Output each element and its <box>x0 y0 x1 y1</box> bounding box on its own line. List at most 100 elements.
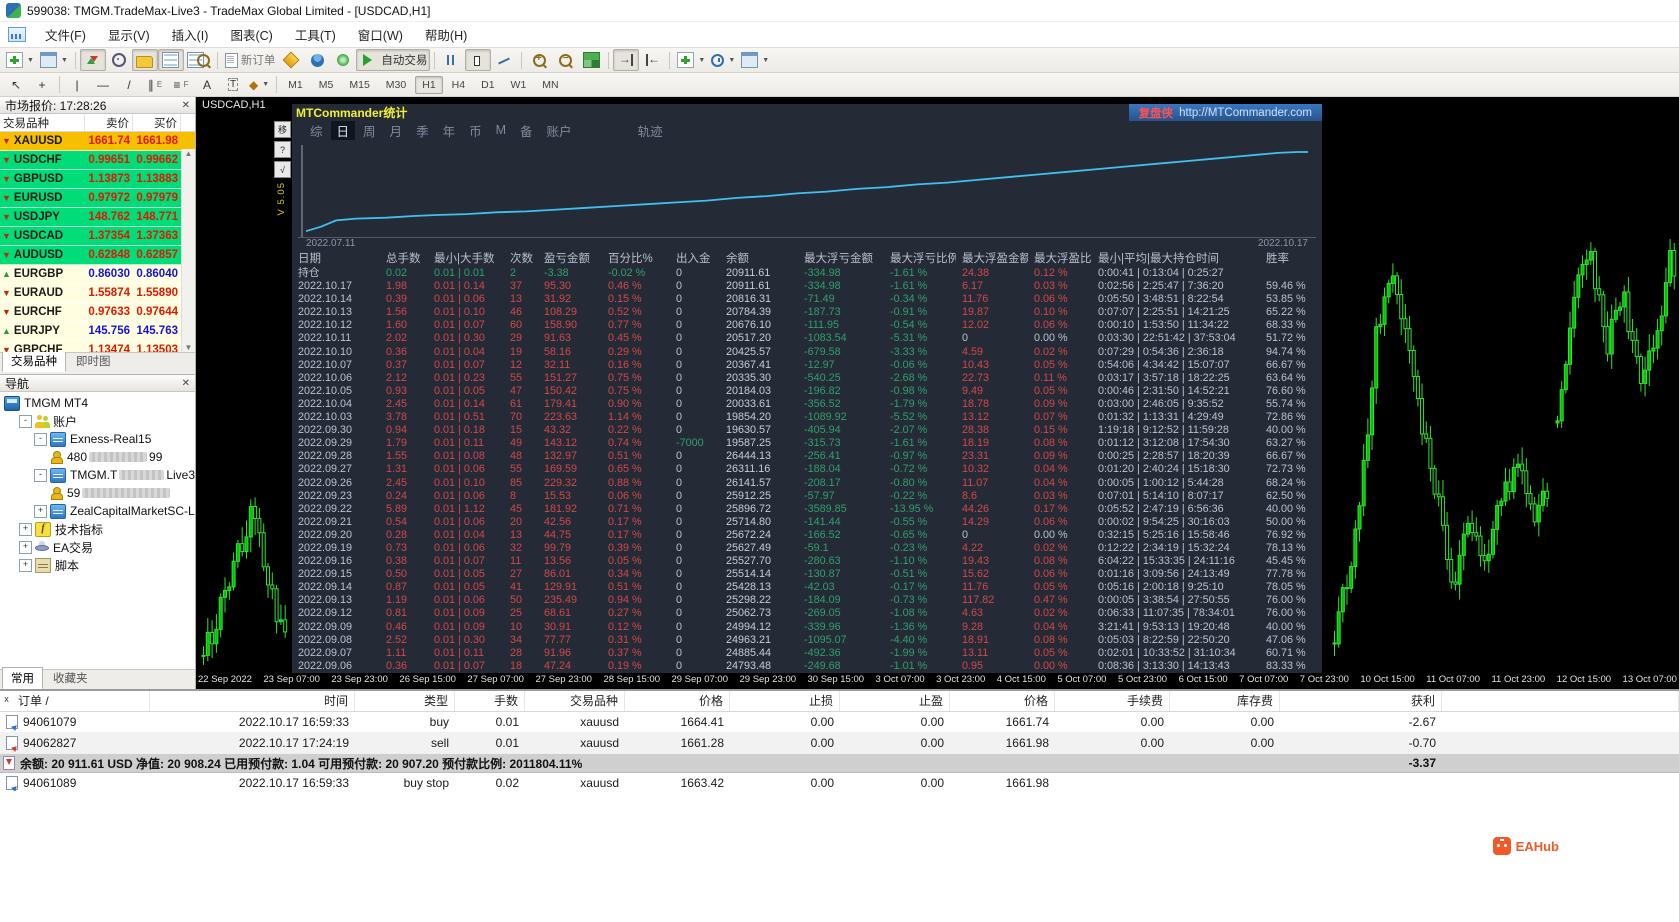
timeframe-M30[interactable]: M30 <box>379 76 413 94</box>
community-button[interactable] <box>304 49 330 71</box>
mw-row-XAUUSD[interactable]: ▼XAUUSD1661.741661.98 <box>0 132 195 151</box>
orders-col-4[interactable]: 交易品种 <box>525 691 625 711</box>
trendline-tool[interactable]: / <box>116 74 142 96</box>
order-row-94061079[interactable]: 940610792022.10.17 16:59:33buy0.01xauusd… <box>0 712 1679 733</box>
chart-area[interactable]: USDCAD,H1 移?√ V 5.05 MTCommander统计 复盘侠 h… <box>196 97 1679 689</box>
expand-icon[interactable]: + <box>19 523 32 536</box>
orders-col-2[interactable]: 类型 <box>355 691 455 711</box>
nav-item-8[interactable]: +EA交易 <box>0 538 195 556</box>
strategy-tester-button[interactable] <box>184 49 213 71</box>
label-tool[interactable]: T <box>220 74 246 96</box>
nav-item-7[interactable]: +f技术指标 <box>0 520 195 538</box>
close-icon[interactable]: ✕ <box>182 100 190 111</box>
mw-row-EURAUD[interactable]: ▼EURAUD1.558741.55890 <box>0 284 195 303</box>
orders-col-11[interactable]: 获利 <box>1280 691 1442 711</box>
nav-item-4[interactable]: -TMGM.TLive3 <box>0 466 195 484</box>
mw-row-USDCHF[interactable]: ▼USDCHF0.996510.99662 <box>0 151 195 170</box>
mw-col-2[interactable]: 买价 <box>133 115 181 131</box>
mw-tab-1[interactable]: 即时图 <box>67 350 120 372</box>
new-chart-button[interactable]: ▼ <box>3 49 37 71</box>
horizontal-line-tool[interactable]: — <box>90 74 116 96</box>
crosshair-tool[interactable]: + <box>29 74 55 96</box>
mw-col-1[interactable]: 卖价 <box>85 115 133 131</box>
collapse-icon[interactable]: - <box>19 415 32 428</box>
nav-item-5[interactable]: 59 <box>0 484 195 502</box>
mtc-tab-轨迹[interactable]: 轨迹 <box>632 121 669 140</box>
close-icon[interactable]: ✕ <box>182 378 190 389</box>
mtc-tab-账户[interactable]: 账户 <box>541 121 578 140</box>
nav-tab-0[interactable]: 常用 <box>2 667 43 689</box>
orders-col-1[interactable]: 时间 <box>150 691 355 711</box>
timeframe-MN[interactable]: MN <box>535 76 565 94</box>
balance-row[interactable]: 余额: 20 911.61 USD 净值: 20 908.24 已用预付款: 1… <box>0 754 1679 773</box>
mw-row-USDCAD[interactable]: ▼USDCAD1.373541.37363 <box>0 227 195 246</box>
mtc-tab-月[interactable]: 月 <box>384 121 409 140</box>
nav-item-2[interactable]: -Exness-Real15 <box>0 430 195 448</box>
mw-row-GBPCHF[interactable]: ▼GBPCHF1.134741.13503 <box>0 341 195 352</box>
orders-col-6[interactable]: 止损 <box>730 691 840 711</box>
cursor-tool[interactable]: ↖ <box>3 74 29 96</box>
indicators-button[interactable]: ▼ <box>674 49 708 71</box>
menu-item-3[interactable]: 图表(C) <box>219 22 283 47</box>
mtc-tab-周[interactable]: 周 <box>357 121 382 140</box>
expand-icon[interactable]: + <box>19 541 32 554</box>
mtc-tab-备[interactable]: 备 <box>514 121 539 140</box>
timeframe-M5[interactable]: M5 <box>312 76 341 94</box>
menu-item-5[interactable]: 窗口(W) <box>347 22 414 47</box>
expand-icon[interactable]: + <box>34 505 47 518</box>
mw-row-EURCHF[interactable]: ▼EURCHF0.976330.97644 <box>0 303 195 322</box>
nav-tab-1[interactable]: 收藏夹 <box>44 667 97 689</box>
timeframe-H1[interactable]: H1 <box>415 76 442 94</box>
market-watch-toggle[interactable] <box>80 49 106 71</box>
timeframe-D1[interactable]: D1 <box>474 76 501 94</box>
collapse-icon[interactable]: - <box>34 433 47 446</box>
mtc-brand-bar[interactable]: 复盘侠 http://MTCommander.com <box>1129 104 1322 121</box>
child-window-icon[interactable] <box>8 27 26 42</box>
orders-col-5[interactable]: 价格 <box>625 691 730 711</box>
timeframe-W1[interactable]: W1 <box>504 76 534 94</box>
mw-row-EURGBP[interactable]: ▲EURGBP0.860300.86040 <box>0 265 195 284</box>
menu-item-4[interactable]: 工具(T) <box>284 22 347 47</box>
mtc-tab-币[interactable]: 币 <box>463 121 488 140</box>
nav-item-1[interactable]: -账户 <box>0 412 195 430</box>
new-order-button[interactable]: 新订单 <box>222 49 279 71</box>
menu-item-0[interactable]: 文件(F) <box>34 22 97 47</box>
mw-row-EURJPY[interactable]: ▲EURJPY145.756145.763 <box>0 322 195 341</box>
mtc-side-button-1[interactable]: ? <box>274 141 291 158</box>
mtc-tab-季[interactable]: 季 <box>410 121 435 140</box>
mtc-tab-年[interactable]: 年 <box>437 121 462 140</box>
candlestick-type-button[interactable] <box>465 49 491 71</box>
timeframe-M1[interactable]: M1 <box>281 76 310 94</box>
news-signal-button[interactable] <box>330 49 356 71</box>
line-chart-type-button[interactable] <box>491 49 517 71</box>
order-row-94062827[interactable]: 940628272022.10.17 17:24:19sell0.01xauus… <box>0 733 1679 754</box>
navigator-toggle[interactable] <box>132 49 158 71</box>
orders-col-9[interactable]: 手续费 <box>1055 691 1170 711</box>
metaeditor-button[interactable] <box>278 49 304 71</box>
collapse-icon[interactable]: - <box>34 469 47 482</box>
data-window-button[interactable] <box>106 49 132 71</box>
chart-shift-button[interactable] <box>639 49 665 71</box>
terminal-toggle[interactable] <box>158 49 184 71</box>
orders-col-0[interactable]: 订单 / <box>0 691 150 711</box>
nav-item-0[interactable]: TMGM MT4 <box>0 394 195 412</box>
nav-item-9[interactable]: +脚本 <box>0 556 195 574</box>
tile-windows-button[interactable] <box>578 49 604 71</box>
mw-tab-0[interactable]: 交易品种 <box>2 350 66 372</box>
expand-icon[interactable]: + <box>19 559 32 572</box>
zoom-out-button[interactable] <box>552 49 578 71</box>
zoom-in-button[interactable] <box>526 49 552 71</box>
nav-item-6[interactable]: +ZealCapitalMarketSC-Li <box>0 502 195 520</box>
text-tool[interactable]: A <box>194 74 220 96</box>
mtc-tab-日[interactable]: 日 <box>331 121 356 140</box>
orders-col-10[interactable]: 库存费 <box>1170 691 1280 711</box>
mtc-tab-M[interactable]: M <box>490 123 512 137</box>
timeframe-M15[interactable]: M15 <box>342 76 376 94</box>
mw-row-EURUSD[interactable]: ▼EURUSD0.979720.97979 <box>0 189 195 208</box>
mtc-brand-url[interactable]: http://MTCommander.com <box>1179 107 1312 119</box>
mtc-side-button-2[interactable]: √ <box>274 161 291 178</box>
templates-button[interactable]: ▼ <box>738 49 772 71</box>
autotrading-button[interactable]: 自动交易 <box>356 49 430 71</box>
menu-item-2[interactable]: 插入(I) <box>161 22 220 47</box>
fibonacci-tool[interactable]: ≡F <box>168 74 194 96</box>
